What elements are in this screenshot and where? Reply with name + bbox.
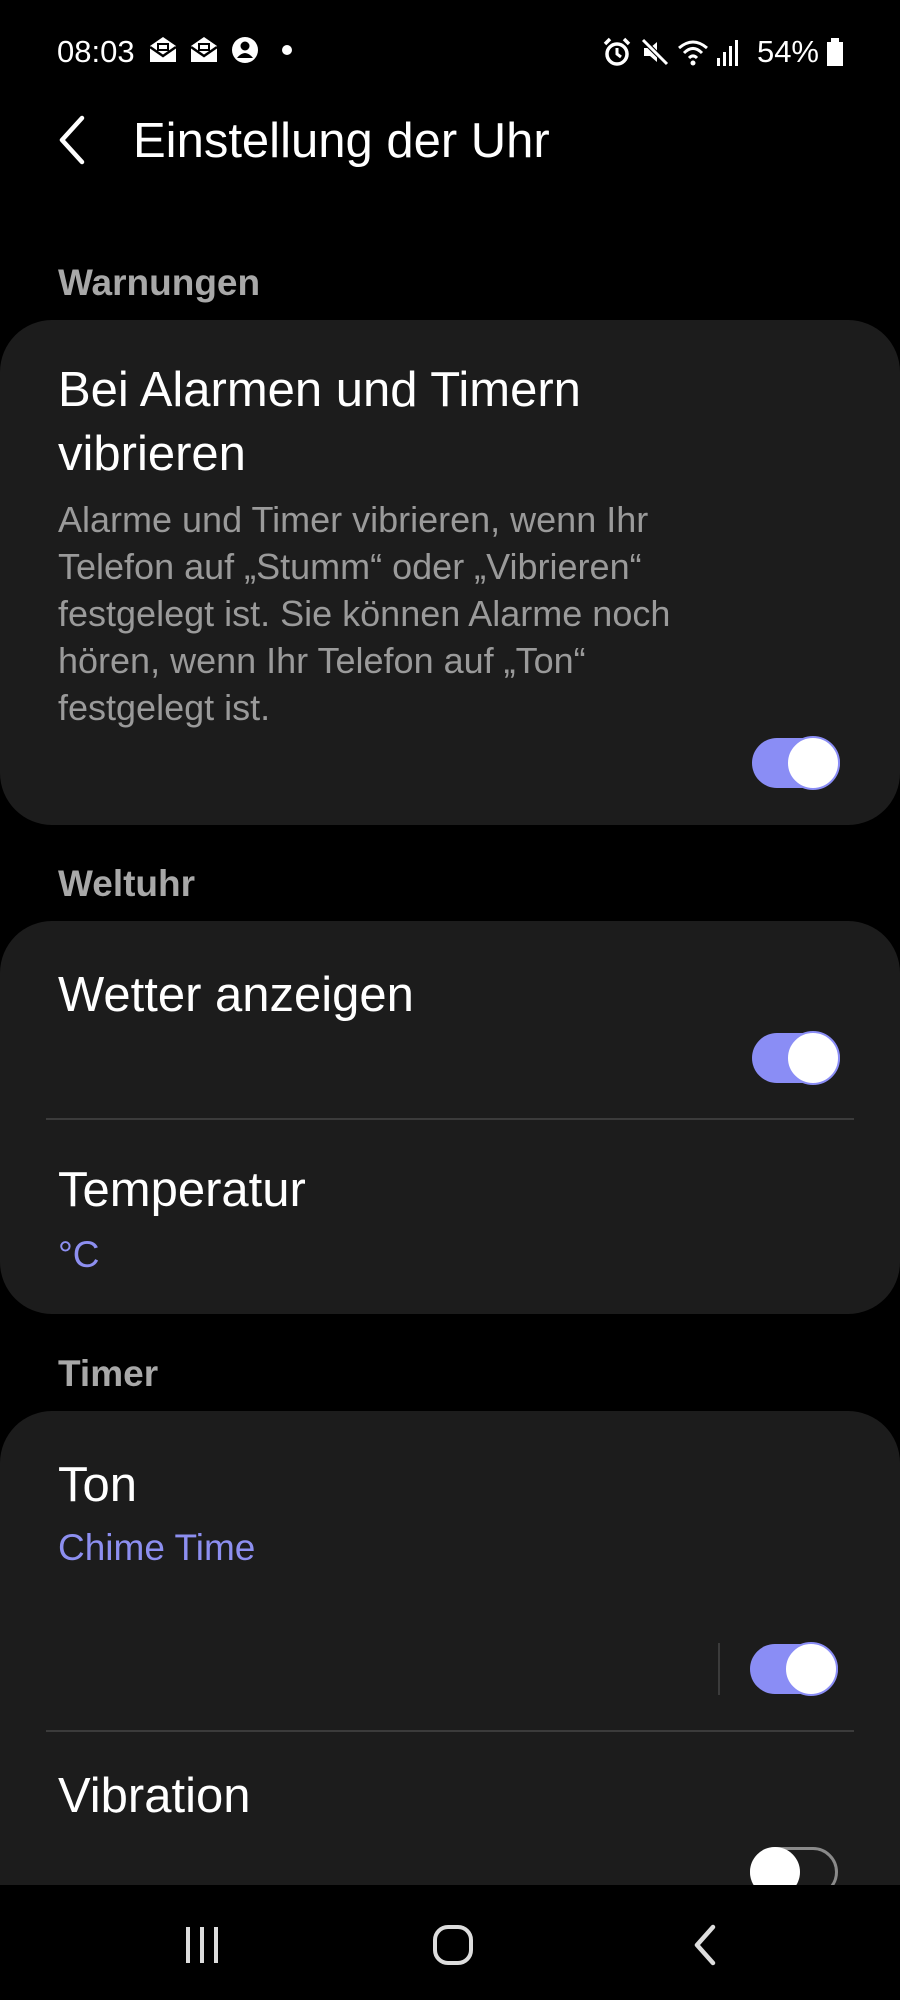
- recents-button[interactable]: [157, 1900, 247, 1990]
- notification-dot-icon: [282, 45, 292, 55]
- section-label-timer: Timer: [58, 1353, 159, 1394]
- wifi-icon: [677, 36, 709, 68]
- nav-back-button[interactable]: [660, 1900, 750, 1990]
- status-time: 08:03: [57, 34, 135, 69]
- timer-sound-title: Ton: [58, 1458, 138, 1512]
- show-weather-row[interactable]: Wetter anzeigen: [0, 921, 900, 1119]
- home-button[interactable]: [408, 1900, 498, 1990]
- mail-icon: [188, 34, 220, 66]
- recents-icon: [186, 1927, 218, 1963]
- toggle-knob: [786, 736, 840, 790]
- battery-icon: [825, 36, 845, 68]
- status-bar: 08:03 54%: [0, 0, 900, 104]
- temperature-title: Temperatur: [58, 1163, 306, 1217]
- back-button[interactable]: [50, 110, 100, 170]
- alarm-icon: [601, 36, 633, 68]
- temperature-row[interactable]: Temperatur °C: [0, 1120, 900, 1314]
- show-weather-title: Wetter anzeigen: [58, 968, 414, 1022]
- toggle-knob: [750, 1847, 800, 1885]
- navigation-bar: [0, 1885, 900, 2000]
- timer-sound-toggle[interactable]: [750, 1642, 838, 1696]
- section-label-world-clock: Weltuhr: [58, 863, 196, 904]
- mail-icon: [147, 34, 179, 66]
- timer-vibration-row[interactable]: Vibration: [0, 1732, 900, 1885]
- timer-vibration-title: Vibration: [58, 1769, 251, 1823]
- vertical-divider: [718, 1643, 720, 1695]
- warnings-card: Bei Alarmen und Timern vibrieren Alarme …: [0, 320, 900, 825]
- timer-sound-row[interactable]: Ton Chime Time: [0, 1411, 900, 1731]
- home-icon: [433, 1925, 473, 1965]
- timer-card: Ton Chime Time Vibration: [0, 1411, 900, 1885]
- temperature-value: °C: [58, 1234, 100, 1275]
- chevron-left-icon: [59, 115, 85, 165]
- vibrate-alarms-row[interactable]: Bei Alarmen und Timern vibrieren Alarme …: [0, 320, 900, 825]
- battery-percent: 54%: [756, 34, 819, 69]
- show-weather-toggle[interactable]: [752, 1031, 840, 1085]
- vibrate-alarms-description: Alarme und Timer vibrieren, wenn Ihr Tel…: [58, 499, 671, 728]
- account-icon: [229, 34, 261, 66]
- signal-icon: [715, 36, 747, 68]
- vibrate-alarms-title: Bei Alarmen und Timern vibrieren: [58, 363, 581, 481]
- timer-sound-value: Chime Time: [58, 1527, 256, 1568]
- toggle-knob: [784, 1642, 838, 1696]
- section-label-warnings: Warnungen: [58, 262, 261, 303]
- toggle-knob: [786, 1031, 840, 1085]
- back-icon: [694, 1924, 716, 1966]
- timer-vibration-toggle[interactable]: [750, 1847, 838, 1885]
- mute-icon: [639, 36, 671, 68]
- vibrate-alarms-toggle[interactable]: [752, 736, 840, 790]
- page-title: Einstellung der Uhr: [133, 114, 550, 168]
- world-clock-card: Wetter anzeigen Temperatur °C: [0, 921, 900, 1314]
